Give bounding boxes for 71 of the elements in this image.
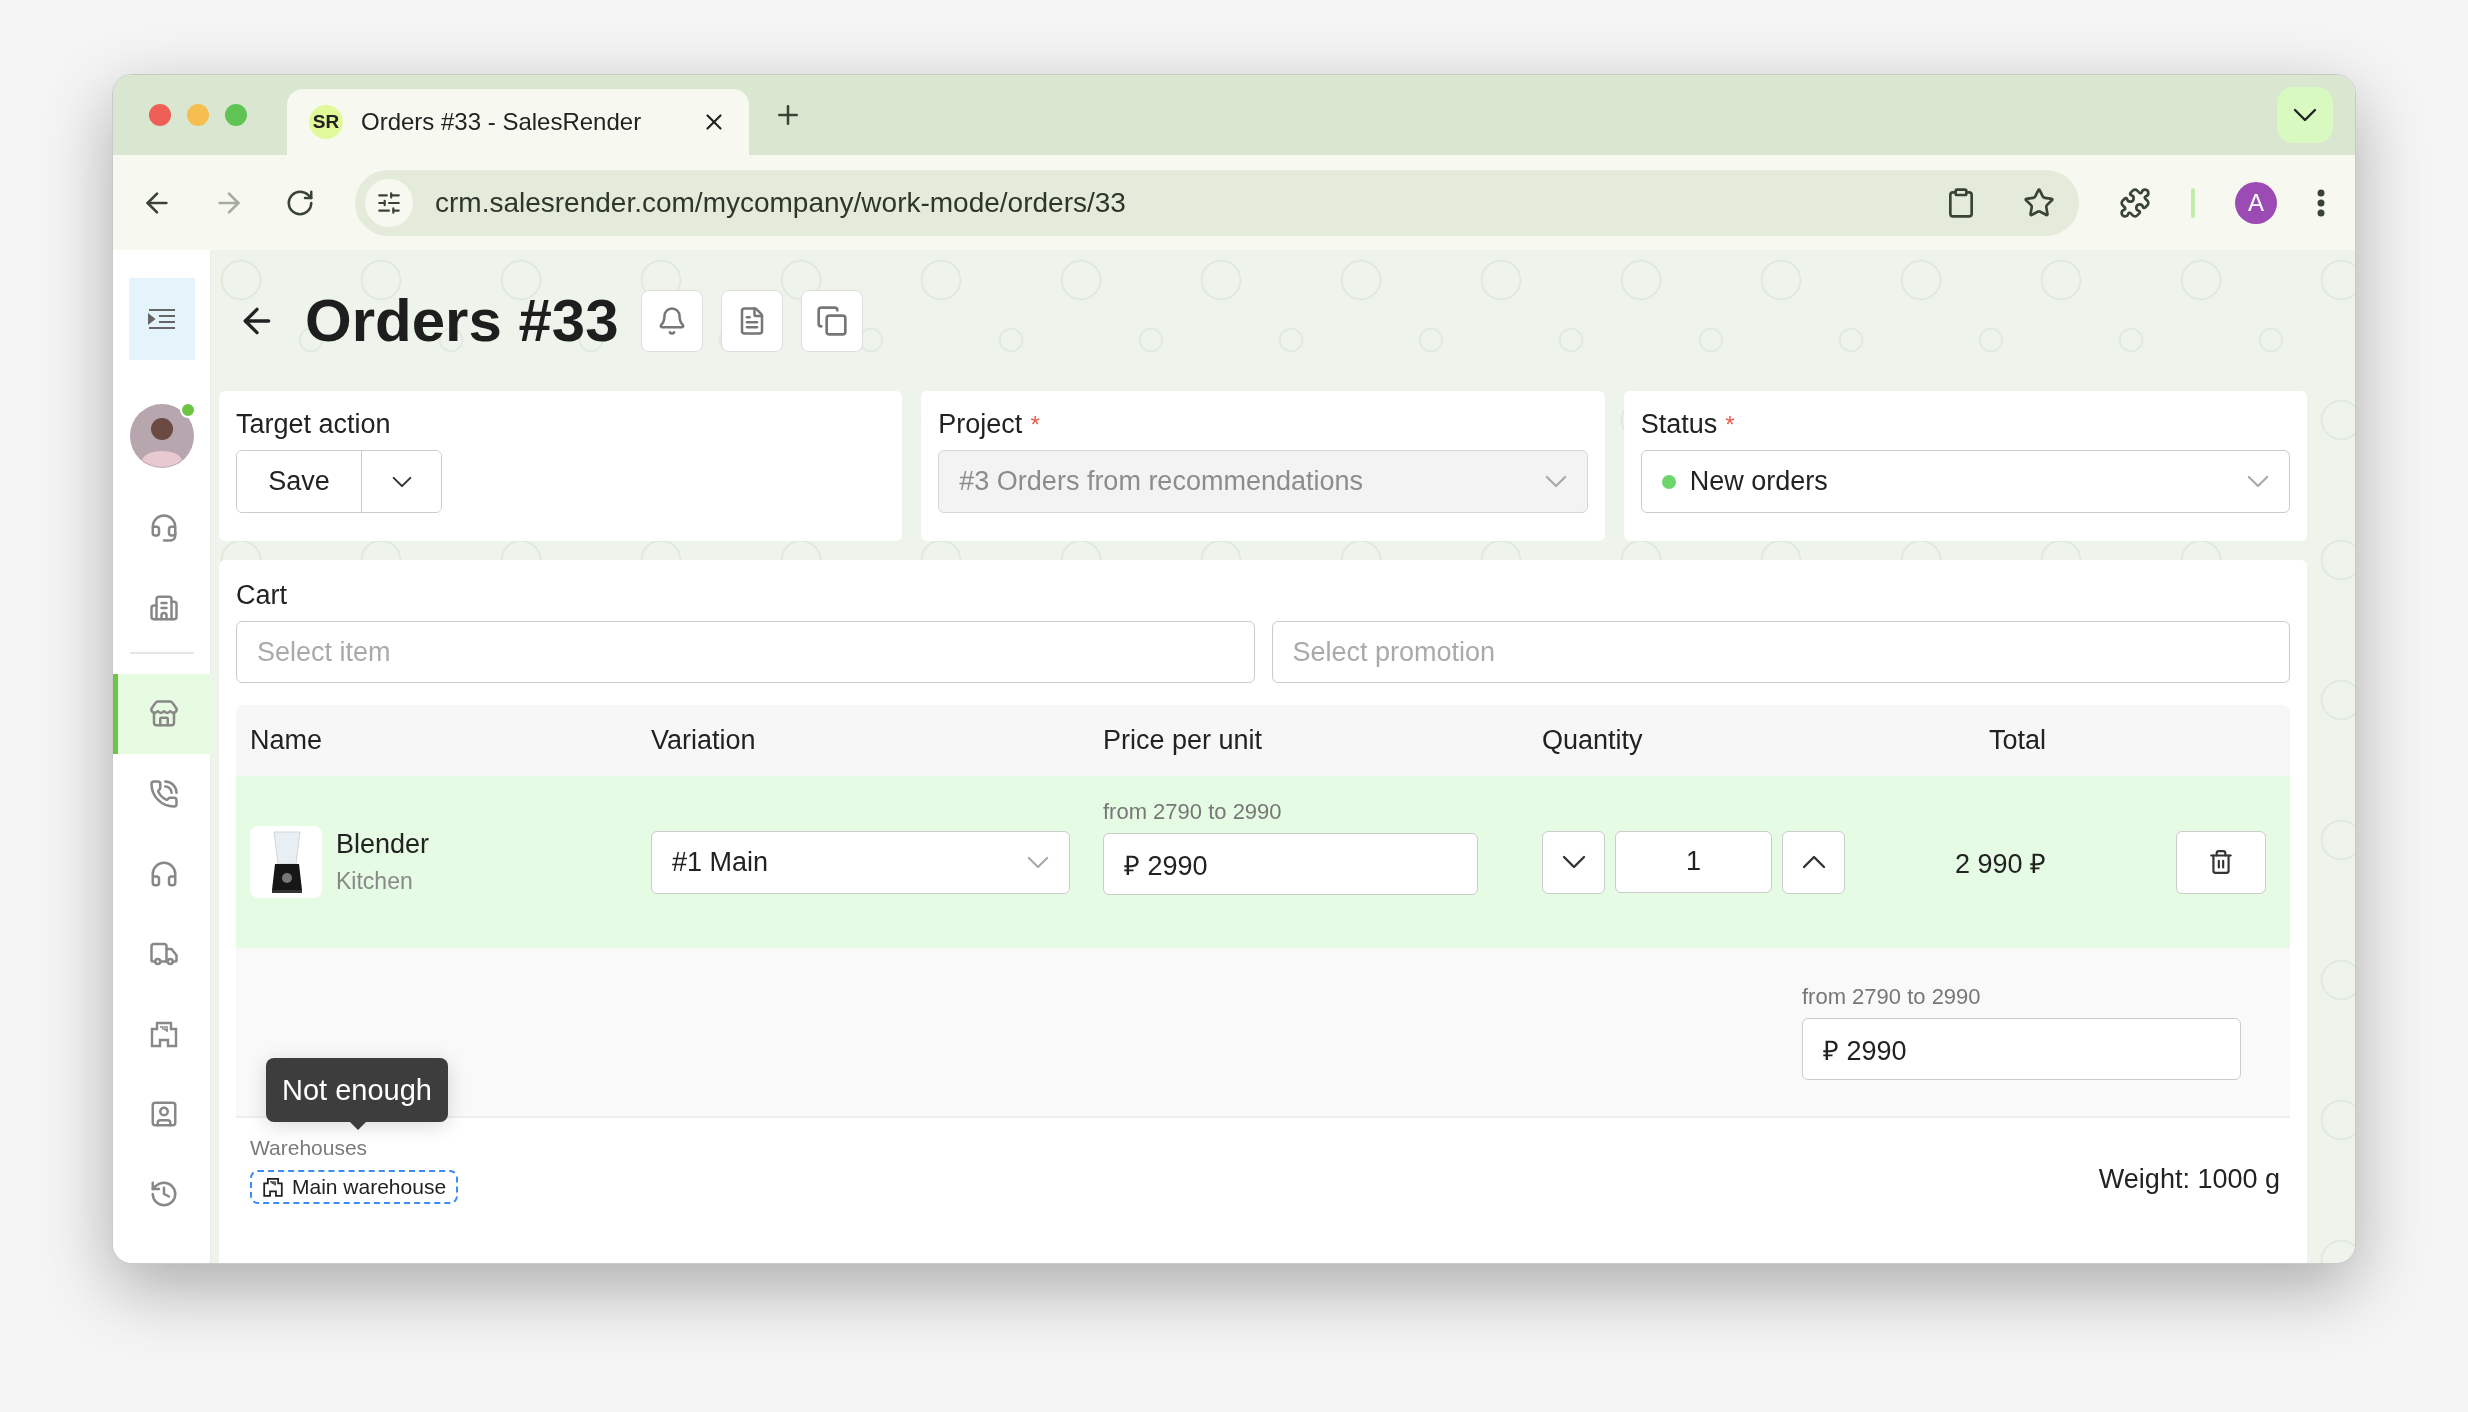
contact-icon (149, 1099, 179, 1129)
caret-icon (391, 475, 412, 488)
field-label: Status (1640, 409, 1718, 439)
tooltip: Not enough (266, 1058, 448, 1122)
browser-tab[interactable]: SR Orders #33 - SalesRender (287, 89, 749, 155)
caret-icon (1027, 855, 1049, 869)
store-icon (149, 699, 179, 729)
select-item-field[interactable]: Select item (236, 621, 1255, 683)
price-field[interactable]: ₽ 2990 (1103, 833, 1478, 895)
address-bar[interactable]: crm.salesrender.com/mycompany/work-mode/orders/33 (355, 169, 2079, 236)
warehouses-label: Warehouses (250, 1136, 369, 1160)
puzzle-icon (2119, 186, 2151, 219)
headphones-icon (149, 859, 179, 889)
sidebar-item[interactable] (113, 674, 211, 754)
section-title: Cart (236, 580, 287, 610)
menu-icon (2317, 188, 2325, 217)
star-icon (2023, 186, 2055, 219)
product-category: Kitchen (336, 868, 414, 895)
required-mark: * (1030, 411, 1040, 438)
close-window-button[interactable] (149, 104, 171, 126)
total-value: 2 990 ₽ (1953, 847, 2046, 881)
tab-title: Orders #33 - SalesRender (361, 108, 643, 136)
column-header: Name (250, 725, 324, 756)
phone-icon (149, 779, 179, 809)
quantity-field[interactable]: 1 (1615, 830, 1772, 893)
delete-button[interactable] (2176, 830, 2266, 894)
url-text: crm.salesrender.com/mycompany/work-mode/orders/33 (435, 186, 1127, 219)
select-promotion-field[interactable]: Select promotion (1271, 621, 2290, 683)
settings-icon (376, 189, 402, 216)
page-title: Orders #33 (305, 286, 619, 355)
caret-icon (1544, 475, 1567, 488)
chevron-down-icon (1561, 855, 1586, 869)
building-icon (149, 1019, 179, 1049)
tooltip-arrow-icon (350, 1122, 366, 1130)
column-header: Price per unit (1103, 725, 1264, 756)
profile-button[interactable]: A (2235, 181, 2277, 224)
required-mark: * (1725, 411, 1735, 438)
avatar[interactable] (129, 404, 194, 468)
field-label: Target action (236, 409, 392, 440)
building-icon (149, 593, 179, 623)
browser-menu-button[interactable] (2317, 188, 2325, 217)
headset-icon (149, 513, 179, 543)
notifications-button[interactable] (640, 289, 703, 352)
sidebar-toggle-button[interactable] (128, 278, 195, 360)
chevron-down-icon (2293, 108, 2317, 122)
warehouse-chip[interactable]: Main warehouse (250, 1170, 459, 1204)
building-icon (262, 1176, 284, 1198)
copy-button[interactable] (800, 289, 863, 352)
column-header: Total (1987, 725, 2046, 756)
site-settings-button[interactable] (365, 178, 413, 227)
price-field[interactable]: ₽ 2990 (1802, 1018, 2241, 1080)
column-header: Quantity (1542, 725, 1644, 756)
column-header: Variation (651, 725, 757, 756)
extensions-button[interactable] (2119, 186, 2151, 219)
weight-text: Weight: 1000 g (2098, 1164, 2280, 1195)
menu-icon (146, 307, 177, 331)
trash-icon (2208, 849, 2234, 875)
favicon: SR (309, 105, 343, 139)
caret-icon (2247, 475, 2269, 488)
price-hint: from 2790 to 2990 (1103, 799, 1283, 825)
history-icon (149, 1179, 179, 1209)
copy-icon (815, 304, 848, 337)
tab-search-button[interactable] (2277, 87, 2333, 143)
bookmark-button[interactable] (2023, 186, 2055, 219)
field-label: Project (938, 409, 1023, 439)
variation-select[interactable]: #1 Main (651, 830, 1070, 894)
status-select[interactable]: New orders (1640, 450, 2290, 513)
product-name: Blender (336, 829, 430, 860)
chevron-up-icon (1801, 855, 1826, 869)
document-button[interactable] (720, 289, 783, 352)
price-hint: from 2790 to 2990 (1802, 984, 1982, 1010)
